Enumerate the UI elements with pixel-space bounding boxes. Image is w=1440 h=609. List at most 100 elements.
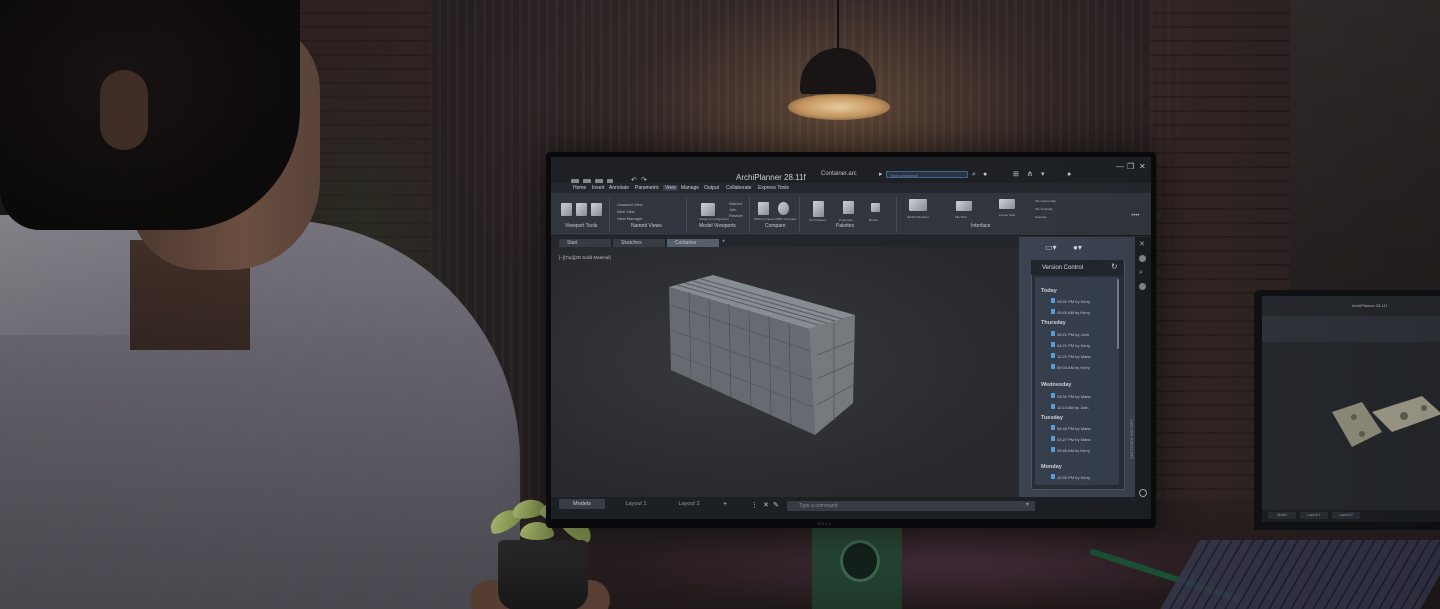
minimize-button[interactable]: — (1116, 162, 1124, 171)
layout-tabs-icon[interactable] (999, 199, 1015, 209)
display-icon[interactable]: ▭▾ (1045, 243, 1057, 252)
layers-icon[interactable] (1139, 255, 1146, 262)
doc-tab-start[interactable]: Start (559, 239, 611, 247)
shipping-container-model[interactable] (669, 275, 855, 445)
viewport-configuration-icon[interactable] (701, 203, 715, 216)
version-control-title: Version Control (1042, 265, 1084, 271)
dropdown-arrow-icon[interactable]: ▸ (879, 171, 883, 178)
maximize-button[interactable]: ❐ (1127, 162, 1134, 171)
version-entry[interactable]: 03:31 PM by Maria (1057, 394, 1091, 399)
command-line-input[interactable]: Type a command (787, 501, 1035, 511)
cube-icon[interactable] (561, 203, 572, 216)
restore-viewport-button[interactable]: Restore (729, 213, 743, 218)
ribbon-group-compare: Compare (765, 223, 786, 229)
doc-tab-sketches[interactable]: Sketches (613, 239, 665, 247)
properties-icon[interactable] (843, 201, 854, 214)
file-name: Container.arc (821, 171, 857, 177)
version-entry[interactable]: 03:27 PM by Maria (1057, 437, 1091, 442)
version-day-wednesday: Wednesday (1041, 382, 1072, 388)
view-manager-button[interactable]: View Manager (617, 216, 643, 221)
tab-parametric[interactable]: Parametric (635, 185, 659, 191)
more-icon[interactable]: •••• (1131, 213, 1139, 219)
xref-compare-icon[interactable] (778, 202, 789, 215)
document-icon (1051, 404, 1055, 409)
ribbon-group-interface: Interface (971, 223, 991, 229)
doc-tab-container[interactable]: Container (667, 239, 719, 247)
tab-layout-2[interactable]: Layout 2 (666, 499, 712, 509)
version-entry[interactable]: 06:43 PM by Maria (1057, 426, 1091, 431)
tab-view[interactable]: View (663, 185, 678, 191)
join-viewport-button[interactable]: Join (729, 207, 736, 212)
tab-express-tools[interactable]: Express Tools (758, 185, 789, 191)
tab-output[interactable]: Output (704, 185, 719, 191)
tab-insert[interactable]: Insert (592, 185, 605, 191)
tab-home[interactable]: Home (573, 185, 586, 191)
version-entry[interactable]: 06:21 PM by Josh (1057, 332, 1089, 337)
cascade-button[interactable]: Cascade (1035, 215, 1047, 219)
tab-annotate[interactable]: Annotate (609, 185, 629, 191)
version-entry[interactable]: 09:45 AM by Kerry (1057, 448, 1090, 453)
version-entry[interactable]: 11:14 AM by Josh (1057, 405, 1089, 410)
version-day-monday: Monday (1041, 464, 1062, 470)
tab-collaborate[interactable]: Collaborate (726, 185, 752, 191)
version-entry[interactable]: 03:31 PM by Kerry (1057, 299, 1090, 304)
add-layout-icon[interactable]: + (723, 501, 727, 508)
tab-models[interactable]: Models (559, 499, 605, 509)
bookshelf (1290, 0, 1440, 320)
unsaved-view-select[interactable]: Unsaved View (617, 202, 643, 207)
version-entry[interactable]: 12:21 PM by Maria (1057, 354, 1091, 359)
xref-compare-label: XREF Compare (775, 217, 797, 221)
add-tab-icon[interactable]: + (722, 239, 726, 245)
ribbon-separator (896, 197, 897, 233)
version-entry[interactable]: 04:21 PM by Kerry (1057, 343, 1090, 348)
close-button[interactable]: ✕ (1139, 162, 1146, 171)
close-command-icon[interactable]: ✕ (763, 501, 769, 509)
help-icon[interactable]: ▾ (1041, 171, 1045, 178)
document-icon (1051, 436, 1055, 441)
tab-manage[interactable]: Manage (681, 185, 699, 191)
dwg-compare-icon[interactable] (758, 202, 769, 215)
customize-icon[interactable]: ✎ (773, 501, 779, 509)
cart-icon[interactable]: ⊞ (1013, 171, 1019, 178)
drag-handle-icon[interactable]: ⋮ (751, 501, 758, 509)
right-tool-strip (1135, 237, 1151, 499)
tab-layout-1[interactable]: Layout 1 (613, 499, 659, 509)
document-icon (1051, 364, 1055, 369)
version-entry[interactable]: 10:30 PM by Kerry (1057, 475, 1090, 480)
viewport-configuration-label: Viewport Configuration (699, 217, 730, 221)
viewport-label[interactable]: [−][Top][3D Solid Material] (559, 255, 611, 260)
ear (100, 70, 148, 150)
cube-icon[interactable] (591, 203, 602, 216)
close-panel-icon[interactable]: ✕ (1139, 241, 1146, 248)
search-input[interactable]: Type a keyword (886, 171, 968, 178)
file-tabs-label: File Tabs (955, 215, 967, 219)
tile-vertically-button[interactable]: Tile Vertically (1035, 207, 1053, 211)
photo-scene: ↶ ↷ ArchiPlanner 28.11f Container.arc ▸ … (0, 0, 1440, 609)
tile-horizontally-button[interactable]: Tile Horizontally (1035, 199, 1056, 203)
version-entry[interactable]: 09:03 AM by Kerry (1057, 365, 1090, 370)
command-history-dropdown[interactable]: ▾ (1026, 501, 1029, 508)
switch-windows-icon[interactable] (909, 199, 927, 211)
ribbon-separator (799, 197, 800, 233)
tool-palettes-icon[interactable] (813, 201, 824, 217)
help-circle-icon[interactable]: ● (1067, 171, 1071, 178)
share-icon[interactable]: ⋔ (1027, 171, 1033, 178)
user-icon[interactable]: ● (983, 171, 987, 178)
cube-icon[interactable] (576, 203, 587, 216)
named-viewport-button[interactable]: Named (729, 201, 742, 206)
settings-icon[interactable] (1139, 283, 1146, 290)
refresh-icon[interactable]: ↻ (1111, 262, 1118, 271)
search-icon[interactable]: ⌕ (972, 171, 976, 178)
file-tabs-icon[interactable] (956, 201, 972, 211)
blocks-icon[interactable] (871, 203, 880, 212)
history-icon[interactable] (1139, 489, 1147, 497)
document-icon (1051, 342, 1055, 347)
version-entry[interactable]: 09:45 AM by Kerry (1057, 310, 1090, 315)
version-list (1035, 277, 1119, 485)
account-icon[interactable]: ●▾ (1073, 243, 1082, 252)
sketches-history-label[interactable]: SKETCHES HISTORY (1129, 419, 1134, 459)
new-view-button[interactable]: New View (617, 209, 635, 214)
search-icon[interactable]: ⌕ (1139, 269, 1146, 276)
version-list-scrollbar[interactable] (1117, 279, 1119, 349)
laptop-keyboard (1153, 540, 1440, 609)
